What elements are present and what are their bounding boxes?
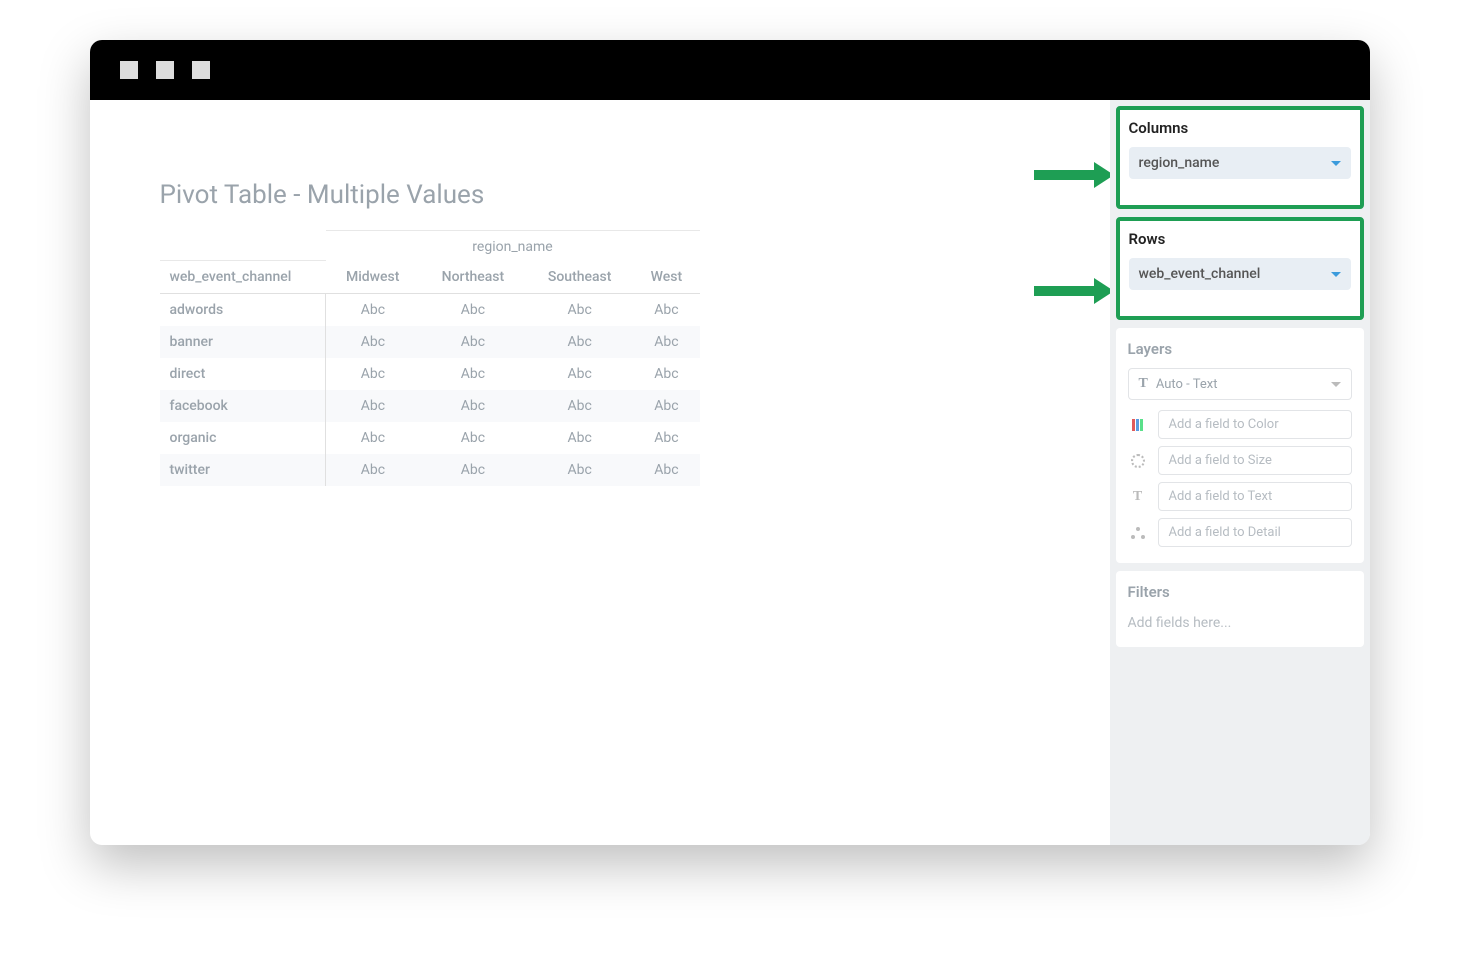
filters-dropzone[interactable]: Add fields here... bbox=[1128, 611, 1352, 631]
panel-title: Columns bbox=[1129, 119, 1351, 137]
main-canvas: Pivot Table - Multiple Values region_nam… bbox=[90, 100, 1110, 845]
row-label: banner bbox=[160, 326, 326, 358]
cell: Abc bbox=[420, 390, 526, 422]
rows-field-chip[interactable]: web_event_channel bbox=[1129, 258, 1351, 290]
table-row: organicAbcAbcAbcAbc bbox=[160, 422, 700, 454]
row-label: twitter bbox=[160, 454, 326, 486]
cell: Abc bbox=[526, 358, 633, 390]
cell: Abc bbox=[526, 422, 633, 454]
window-control[interactable] bbox=[156, 61, 174, 79]
detail-icon bbox=[1128, 527, 1148, 539]
cell: Abc bbox=[420, 326, 526, 358]
row-label: organic bbox=[160, 422, 326, 454]
row-label: direct bbox=[160, 358, 326, 390]
cell: Abc bbox=[326, 294, 420, 327]
cell: Abc bbox=[420, 422, 526, 454]
cell: Abc bbox=[526, 326, 633, 358]
table-row: directAbcAbcAbcAbc bbox=[160, 358, 700, 390]
column-header: Northeast bbox=[420, 261, 526, 294]
annotation-arrow-icon bbox=[1034, 162, 1114, 188]
text-icon: T bbox=[1128, 489, 1148, 505]
chevron-down-icon bbox=[1331, 382, 1341, 387]
chip-label: region_name bbox=[1139, 155, 1220, 171]
cell: Abc bbox=[633, 422, 699, 454]
cell: Abc bbox=[326, 358, 420, 390]
table-row: facebookAbcAbcAbcAbc bbox=[160, 390, 700, 422]
cell: Abc bbox=[526, 454, 633, 486]
chart-title: Pivot Table - Multiple Values bbox=[160, 180, 1060, 210]
panel-title: Filters bbox=[1128, 583, 1352, 601]
size-field-drop[interactable]: Add a field to Size bbox=[1158, 446, 1352, 475]
color-icon bbox=[1128, 419, 1148, 431]
column-header: Midwest bbox=[326, 261, 420, 294]
row-field-header: web_event_channel bbox=[160, 261, 326, 294]
cell: Abc bbox=[633, 294, 699, 327]
cell: Abc bbox=[526, 294, 633, 327]
row-label: facebook bbox=[160, 390, 326, 422]
app-window: Pivot Table - Multiple Values region_nam… bbox=[90, 40, 1370, 845]
pivot-table: web_event_channel Midwest Northeast Sout… bbox=[160, 260, 700, 486]
panel-title: Layers bbox=[1128, 340, 1352, 358]
cell: Abc bbox=[326, 454, 420, 486]
table-row: twitterAbcAbcAbcAbc bbox=[160, 454, 700, 486]
size-icon bbox=[1128, 454, 1148, 468]
table-row: adwordsAbcAbcAbcAbc bbox=[160, 294, 700, 327]
title-bar bbox=[90, 40, 1370, 100]
cell: Abc bbox=[633, 326, 699, 358]
row-label: adwords bbox=[160, 294, 326, 327]
cell: Abc bbox=[420, 294, 526, 327]
cell: Abc bbox=[633, 454, 699, 486]
window-control[interactable] bbox=[192, 61, 210, 79]
color-field-drop[interactable]: Add a field to Color bbox=[1158, 410, 1352, 439]
chevron-down-icon bbox=[1331, 161, 1341, 166]
table-row: bannerAbcAbcAbcAbc bbox=[160, 326, 700, 358]
cell: Abc bbox=[326, 390, 420, 422]
layers-panel: Layers TAuto - Text Add a field to Color… bbox=[1116, 328, 1364, 563]
chip-label: web_event_channel bbox=[1139, 266, 1261, 282]
chevron-down-icon bbox=[1331, 272, 1341, 277]
cell: Abc bbox=[326, 422, 420, 454]
detail-field-drop[interactable]: Add a field to Detail bbox=[1158, 518, 1352, 547]
layer-type-selector[interactable]: TAuto - Text bbox=[1128, 368, 1352, 400]
config-sidebar: Columns region_name Rows web_event_chann… bbox=[1110, 100, 1370, 845]
column-header: Southeast bbox=[526, 261, 633, 294]
panel-title: Rows bbox=[1129, 230, 1351, 248]
column-group-label: region_name bbox=[326, 230, 700, 260]
cell: Abc bbox=[420, 358, 526, 390]
text-field-drop[interactable]: Add a field to Text bbox=[1158, 482, 1352, 511]
annotation-arrow-icon bbox=[1034, 278, 1114, 304]
column-header: West bbox=[633, 261, 699, 294]
cell: Abc bbox=[420, 454, 526, 486]
rows-panel: Rows web_event_channel bbox=[1116, 217, 1364, 320]
cell: Abc bbox=[526, 390, 633, 422]
text-icon: T bbox=[1139, 376, 1148, 392]
columns-field-chip[interactable]: region_name bbox=[1129, 147, 1351, 179]
cell: Abc bbox=[633, 358, 699, 390]
cell: Abc bbox=[633, 390, 699, 422]
columns-panel: Columns region_name bbox=[1116, 106, 1364, 209]
cell: Abc bbox=[326, 326, 420, 358]
filters-panel: Filters Add fields here... bbox=[1116, 571, 1364, 647]
window-control[interactable] bbox=[120, 61, 138, 79]
